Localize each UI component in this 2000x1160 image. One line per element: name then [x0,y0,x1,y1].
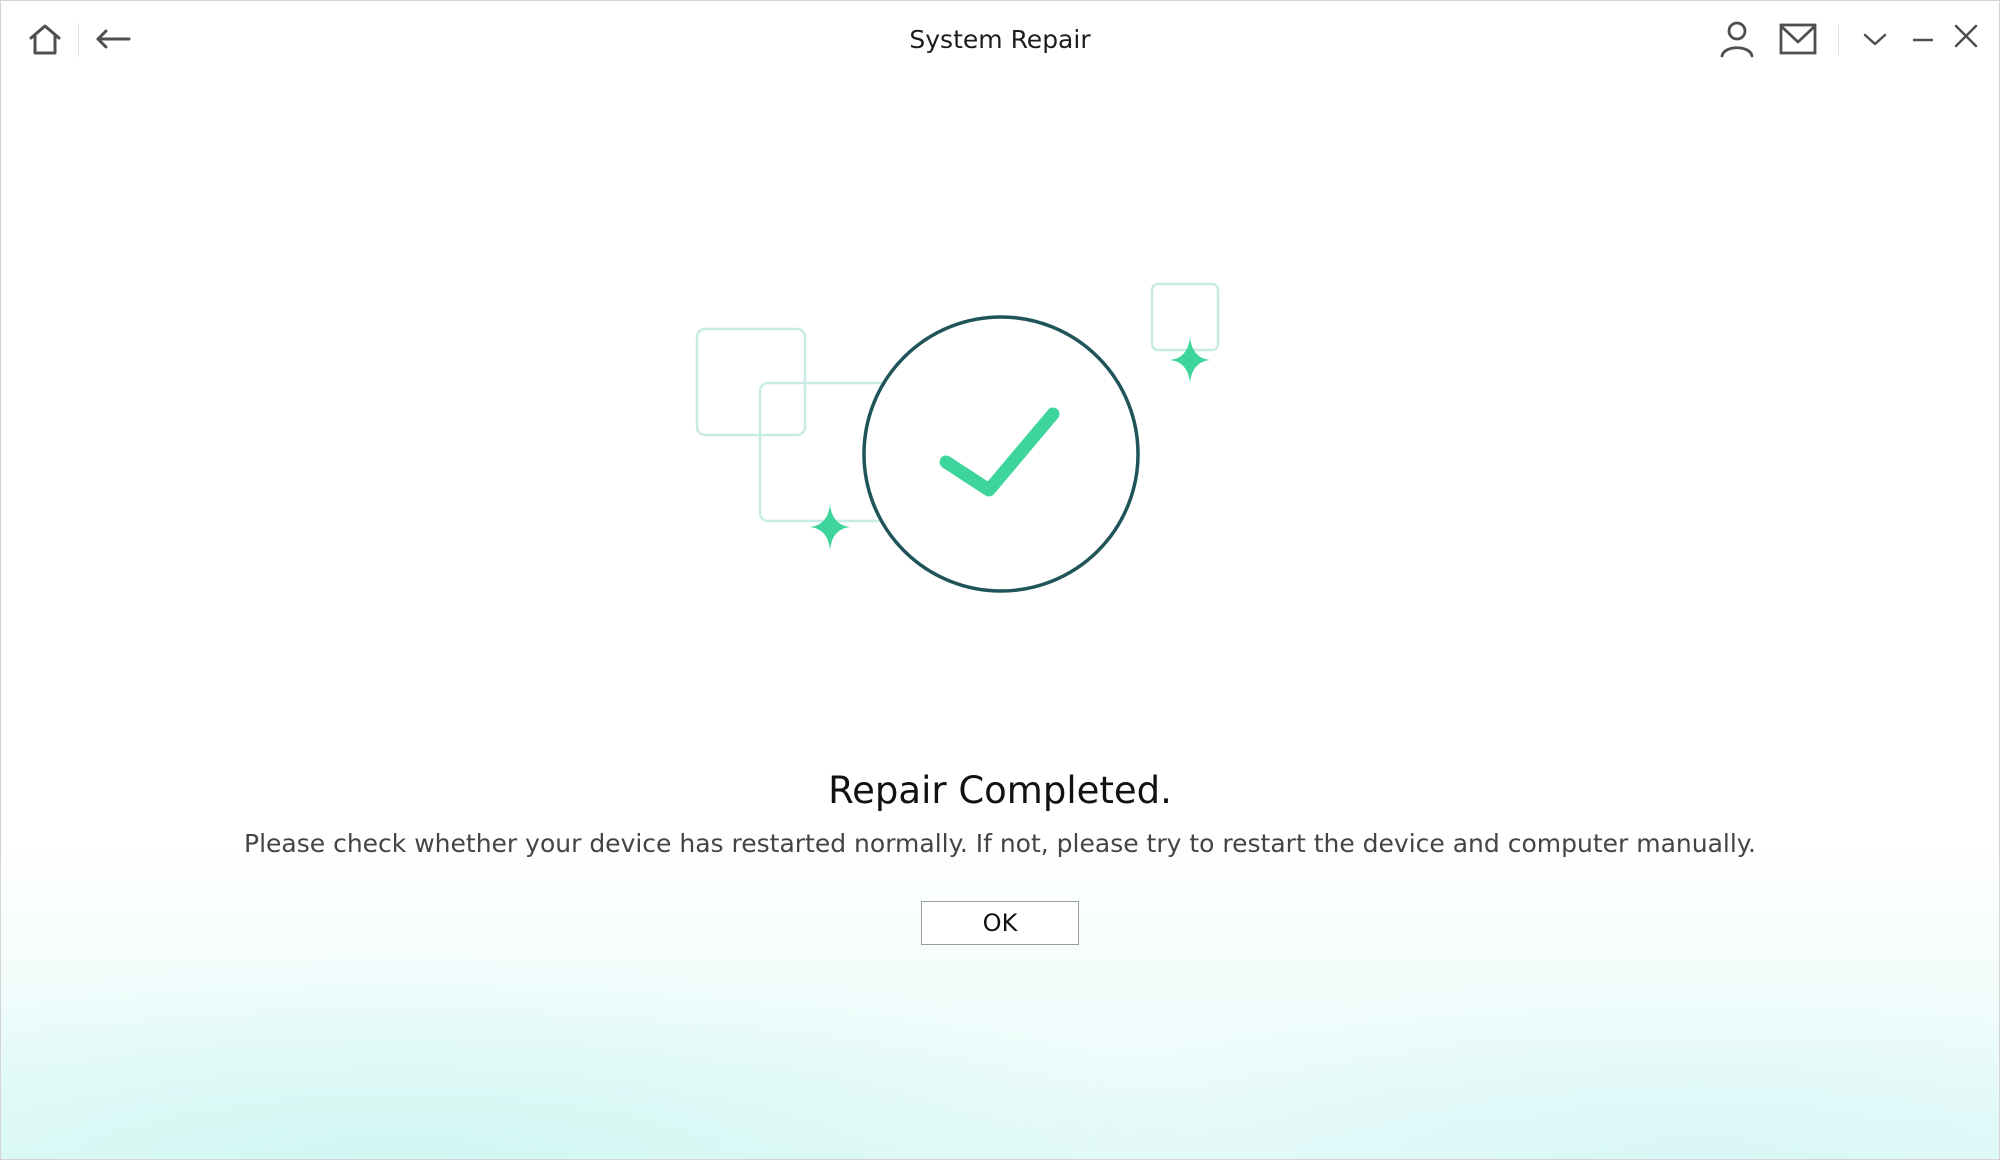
titlebar-divider-right [1838,25,1839,55]
close-button[interactable] [1949,21,1983,55]
close-icon [1953,23,1979,53]
sparkle-icon [810,504,850,550]
result-message: Please check whether your device has res… [244,829,1756,858]
window-title: System Repair [909,25,1091,54]
menu-dropdown-button[interactable] [1859,25,1891,57]
title-bar: System Repair [1,1,1999,81]
mail-icon [1778,22,1818,60]
minimize-icon [1911,30,1935,49]
success-illustration [681,271,1241,611]
user-icon [1719,19,1755,63]
chevron-down-icon [1862,31,1888,51]
app-window: System Repair Repair Completed. Please c… [0,0,2000,1160]
result-heading: Repair Completed. [828,769,1172,812]
background-glow [1,829,1999,1159]
account-button[interactable] [1715,19,1759,63]
decorative-square-small [1150,282,1220,352]
success-circle [862,315,1140,593]
feedback-button[interactable] [1775,19,1821,63]
sparkle-icon [1170,337,1210,383]
minimize-button[interactable] [1907,23,1939,55]
ok-button[interactable]: OK [921,901,1079,945]
